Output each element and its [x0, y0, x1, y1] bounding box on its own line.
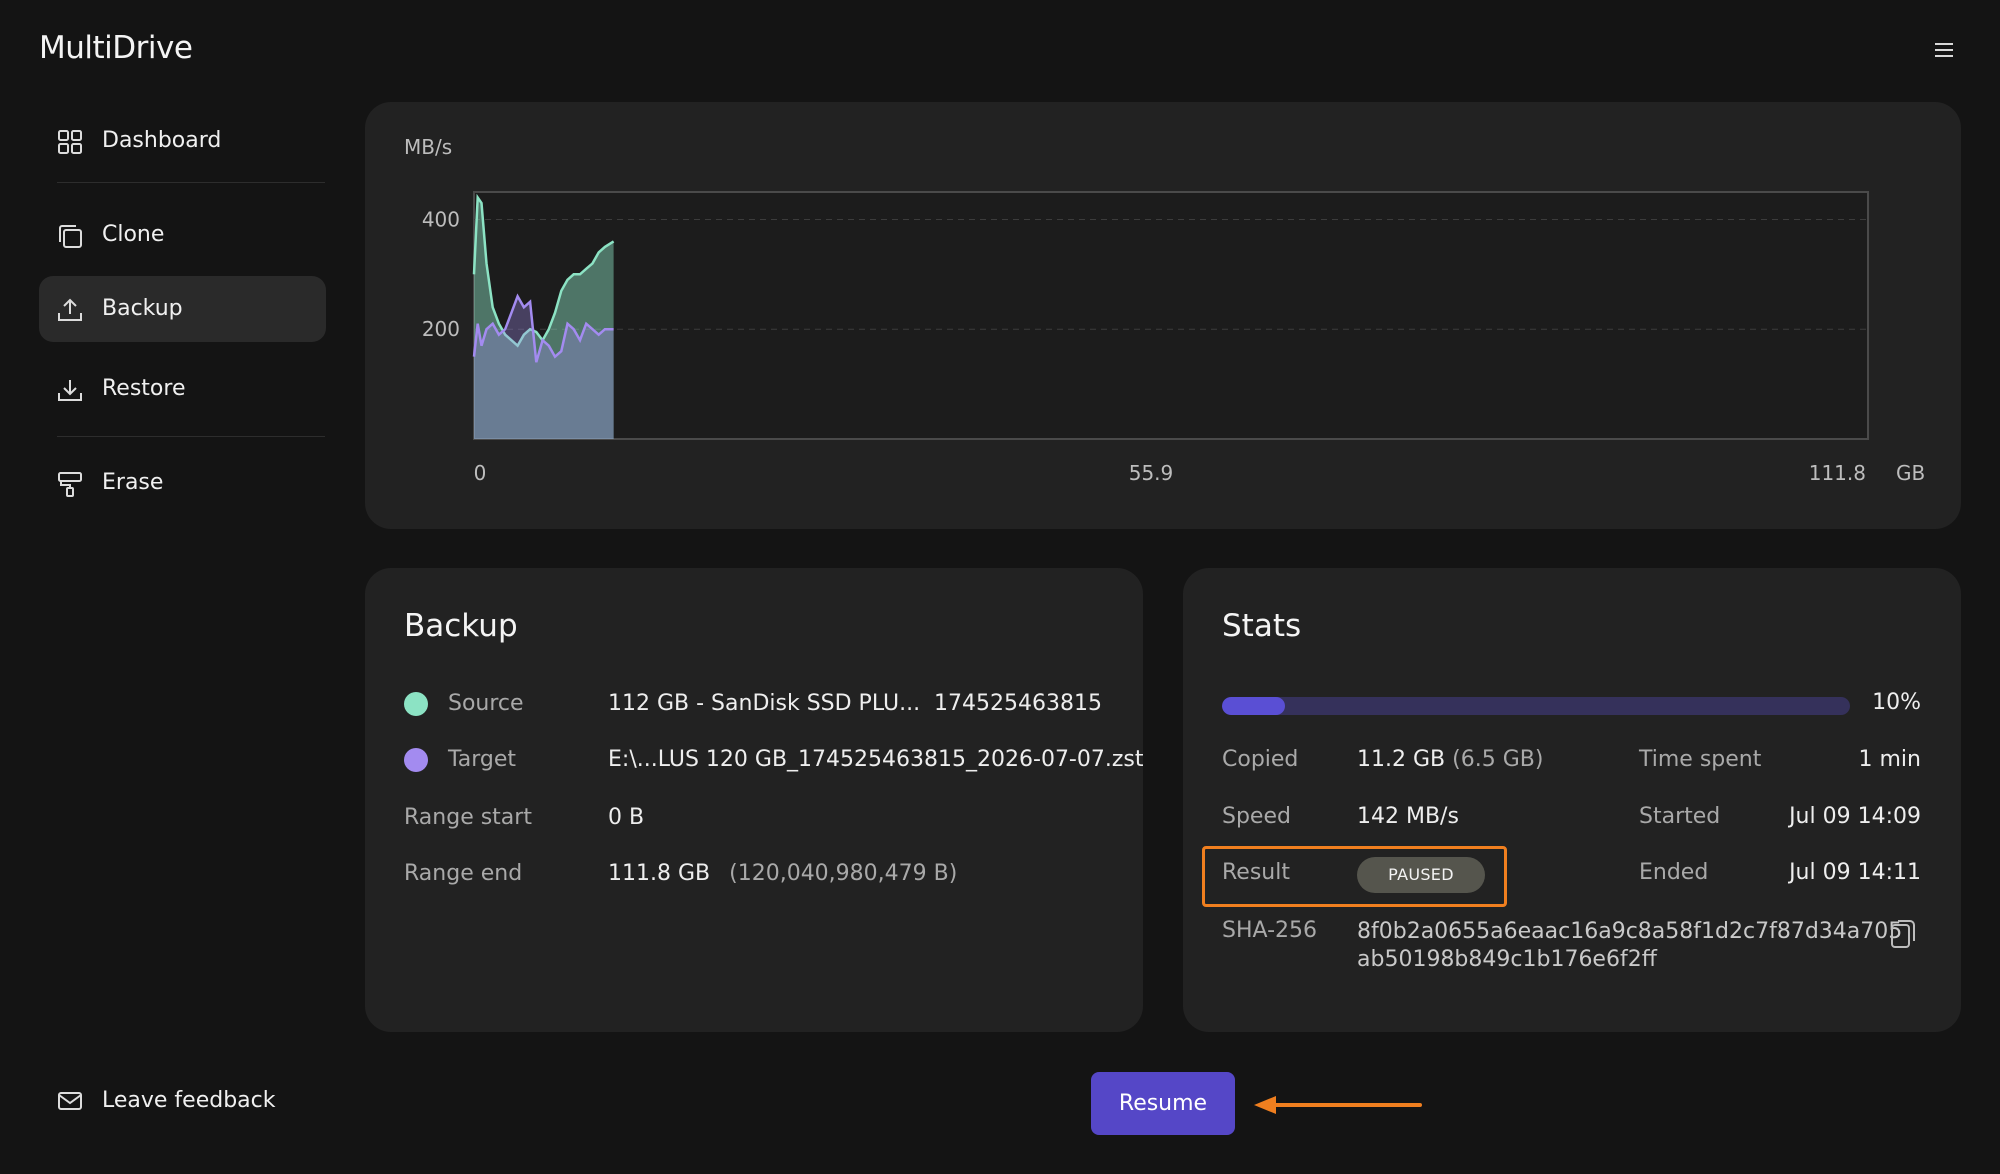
sha256-label: SHA-256 [1222, 918, 1318, 943]
sidebar-item-clone[interactable]: Clone [39, 202, 326, 268]
sidebar-item-label: Clone [102, 222, 165, 247]
y-tick-label: 400 [422, 207, 460, 231]
copied-size: 11.2 GB [1357, 747, 1446, 772]
started-label: Started [1639, 804, 1721, 829]
range-end-label: Range end [404, 861, 523, 886]
result-label: Result [1222, 860, 1290, 885]
progress-bar-fill [1222, 697, 1285, 715]
target-color-dot [404, 748, 428, 772]
y-tick-label: 200 [422, 317, 460, 341]
app-window: MultiDrive Dashboard Clone Backup Restor… [0, 0, 2000, 1174]
download-icon [58, 380, 82, 401]
x-tick-label: 111.8 [1809, 461, 1866, 485]
ended-value: Jul 09 14:11 [1789, 860, 1921, 885]
range-start-label: Range start [404, 805, 532, 830]
backup-title: Backup [404, 608, 518, 644]
sidebar-item-label: Dashboard [102, 128, 222, 153]
resume-button[interactable]: Resume [1091, 1072, 1235, 1135]
time-spent-label: Time spent [1639, 747, 1762, 772]
x-tick-label: 55.9 [1129, 461, 1174, 485]
arrow-annotation [1254, 1096, 1422, 1114]
x-tick-label: 0 [474, 461, 487, 485]
sha256-line-1: 8f0b2a0655a6eaac16a9c8a58f1d2c7f87d34a70… [1357, 919, 1903, 944]
source-serial: 174525463815 [934, 691, 1102, 716]
range-start-value: 0 B [608, 805, 645, 830]
ended-label: Ended [1639, 860, 1709, 885]
sidebar-item-label: Restore [102, 376, 186, 401]
range-end-value: 111.8 GB (120,040,980,479 B) [608, 861, 957, 886]
leave-feedback-link[interactable]: Leave feedback [39, 1068, 326, 1134]
hamburger-menu-icon[interactable] [1934, 40, 1954, 60]
copy-hash-icon[interactable] [1889, 918, 1917, 950]
speed-chart: MB/s 200 400 0 55.9 111.8 GB [404, 135, 1925, 485]
feedback-label: Leave feedback [102, 1088, 276, 1113]
sidebar-item-label: Backup [102, 296, 183, 321]
divider [57, 436, 325, 437]
target-path: E:\...LUS 120 GB_174525463815_2026-07-07… [608, 747, 1144, 772]
upload-icon [58, 298, 82, 321]
time-spent-value: 1 min [1858, 747, 1921, 772]
copied-compressed: (6.5 GB) [1452, 747, 1544, 772]
sha256-line-2: ab50198b849c1b176e6f2ff [1357, 947, 1657, 972]
y-axis-label: MB/s [404, 135, 452, 159]
sidebar-item-erase[interactable]: Erase [39, 450, 326, 516]
range-end-size: 111.8 GB [608, 861, 711, 886]
app-logo: MultiDrive [39, 30, 193, 66]
speed-label: Speed [1222, 804, 1291, 829]
sha256-value: 8f0b2a0655a6eaac16a9c8a58f1d2c7f87d34a70… [1357, 918, 1902, 974]
status-badge: PAUSED [1357, 857, 1485, 893]
sidebar-item-label: Erase [102, 470, 164, 495]
range-end-bytes: (120,040,980,479 B) [729, 861, 958, 886]
speed-value: 142 MB/s [1357, 804, 1459, 829]
divider [57, 182, 325, 183]
source-label: Source [448, 691, 524, 716]
copied-value: 11.2 GB (6.5 GB) [1357, 747, 1543, 772]
speed-chart-panel: MB/s 200 400 0 55.9 111.8 GB [365, 102, 1961, 529]
progress-percent: 10% [1872, 690, 1921, 715]
started-value: Jul 09 14:09 [1789, 804, 1921, 829]
copy-icon [59, 225, 82, 248]
sidebar-item-backup[interactable]: Backup [39, 276, 326, 342]
grid-icon [58, 130, 82, 154]
source-drive: 112 GB - SanDisk SSD PLU... [608, 691, 921, 716]
copied-label: Copied [1222, 747, 1299, 772]
x-axis-unit: GB [1896, 461, 1925, 485]
sidebar-item-restore[interactable]: Restore [39, 356, 326, 422]
stats-title: Stats [1222, 608, 1302, 644]
mail-icon [58, 1092, 82, 1110]
sidebar-item-dashboard[interactable]: Dashboard [39, 108, 326, 174]
stats-panel: Stats 10% Copied 11.2 GB (6.5 GB) Time s… [1183, 568, 1961, 1032]
backup-panel: Backup Source 112 GB - SanDisk SSD PLU..… [365, 568, 1144, 1032]
source-color-dot [404, 692, 428, 716]
paint-roller-icon [58, 472, 82, 497]
plot-area [473, 191, 1869, 440]
target-label: Target [448, 747, 517, 772]
progress-bar [1222, 697, 1850, 715]
